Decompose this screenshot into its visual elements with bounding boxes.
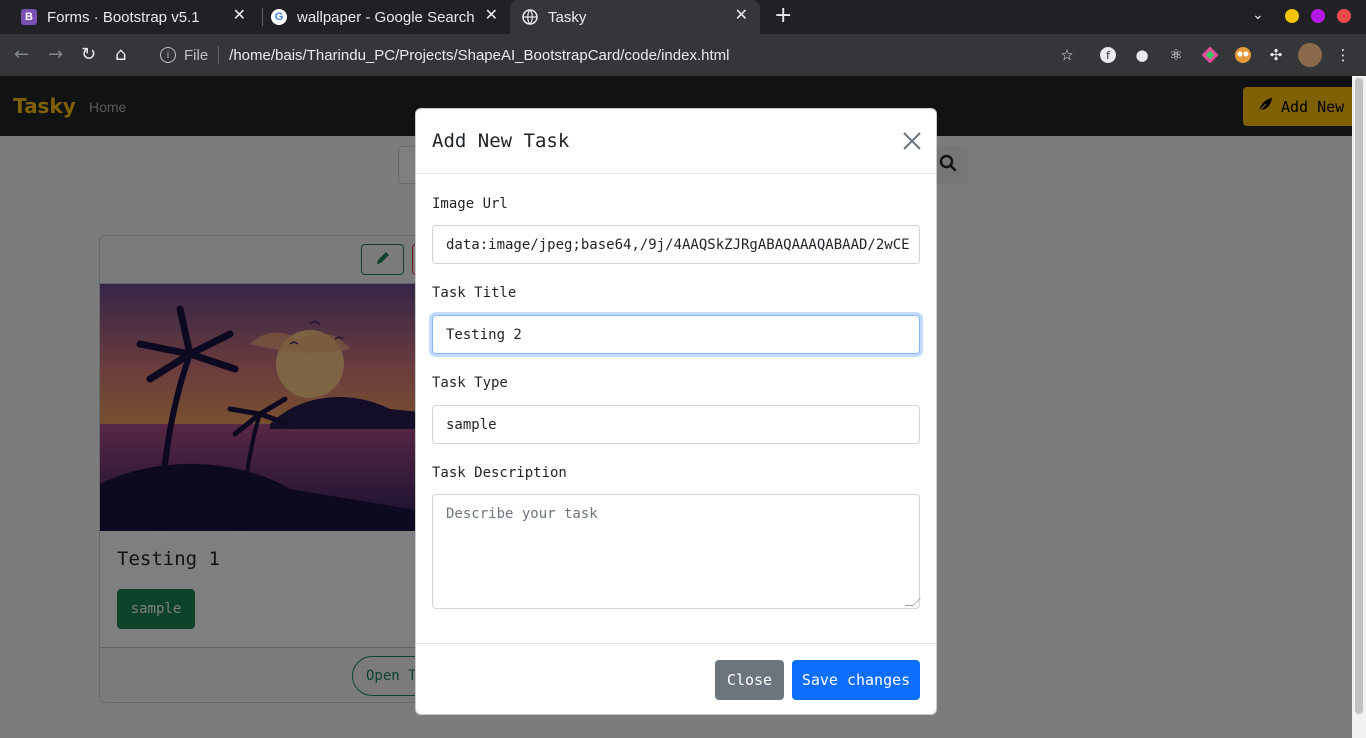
bootstrap-icon: B <box>21 9 37 25</box>
modal-footer: Close Save changes <box>416 643 936 715</box>
extension-colorpicker-icon[interactable] <box>1200 45 1220 65</box>
tab-title: wallpaper - Google Search <box>297 8 475 26</box>
page-viewport: Tasky Home Add New <box>0 76 1352 738</box>
extension-react-icon[interactable]: ⚛ <box>1166 45 1186 65</box>
save-changes-button[interactable]: Save changes <box>792 660 920 700</box>
close-tab-icon[interactable]: ✕ <box>233 8 246 24</box>
task-description-textarea[interactable]: Describe your task <box>432 494 921 609</box>
image-url-label: Image Url <box>432 196 508 212</box>
tab-google-search[interactable]: G wallpaper - Google Search ✕ <box>262 0 510 34</box>
task-type-input[interactable]: sample <box>432 405 920 444</box>
home-icon[interactable]: ⌂ <box>115 45 126 65</box>
scrollbar-thumb[interactable] <box>1355 78 1363 714</box>
google-icon: G <box>271 9 287 25</box>
close-icon[interactable] <box>900 129 924 153</box>
extension-bomb-icon[interactable]: ● <box>1132 45 1152 65</box>
resize-handle-icon[interactable] <box>905 598 921 606</box>
globe-icon <box>522 9 538 25</box>
address-divider <box>218 46 220 64</box>
address-bar[interactable]: i File /home/bais/Tharindu_PC/Projects/S… <box>148 40 1088 70</box>
profile-avatar[interactable] <box>1298 43 1322 67</box>
back-arrow-icon[interactable]: ← <box>14 45 29 65</box>
reload-icon[interactable]: ↻ <box>81 45 96 65</box>
tab-search-chevron-icon[interactable]: ⌄ <box>1252 7 1264 23</box>
new-tab-button[interactable]: + <box>774 3 792 29</box>
forward-arrow-icon[interactable]: → <box>48 45 63 65</box>
modal-header: Add New Task <box>416 109 936 174</box>
maximize-button[interactable] <box>1311 9 1325 23</box>
info-icon[interactable]: i <box>160 47 176 63</box>
extension-fedora-icon[interactable]: f <box>1098 45 1118 65</box>
task-title-input[interactable]: Testing 2 <box>432 315 920 354</box>
modal-title: Add New Task <box>432 130 570 152</box>
kebab-menu-icon[interactable]: ⋮ <box>1333 45 1353 65</box>
task-title-label: Task Title <box>432 285 517 301</box>
minimize-button[interactable] <box>1285 9 1299 23</box>
task-type-label: Task Type <box>432 375 508 391</box>
extension-owl-icon[interactable] <box>1233 45 1253 65</box>
close-window-button[interactable] <box>1337 9 1351 23</box>
browser-toolbar: ← → ↻ ⌂ i File /home/bais/Tharindu_PC/Pr… <box>0 34 1366 76</box>
url-text[interactable]: /home/bais/Tharindu_PC/Projects/ShapeAI_… <box>229 47 729 64</box>
tab-title: Tasky <box>548 8 587 26</box>
bookmark-star-icon[interactable]: ☆ <box>1057 45 1077 65</box>
tab-tasky[interactable]: Tasky ✕ <box>510 0 760 34</box>
page-scrollbar[interactable] <box>1352 76 1366 738</box>
tab-bootstrap-forms[interactable]: B Forms · Bootstrap v5.1 ✕ <box>8 0 258 34</box>
add-task-modal: Add New Task Image Url data:image/jpeg;b… <box>415 108 937 715</box>
puzzle-extensions-icon[interactable]: ✣ <box>1266 45 1286 65</box>
close-button[interactable]: Close <box>715 660 784 700</box>
description-placeholder: Describe your task <box>446 506 598 522</box>
browser-tab-bar: B Forms · Bootstrap v5.1 ✕ G wallpaper -… <box>0 0 1366 34</box>
image-url-input[interactable]: data:image/jpeg;base64,/9j/4AAQSkZJRgABA… <box>432 225 920 264</box>
scheme-label: File <box>184 46 209 64</box>
close-tab-icon[interactable]: ✕ <box>735 8 748 24</box>
tab-title: Forms · Bootstrap v5.1 <box>47 8 200 26</box>
task-description-label: Task Description <box>432 465 567 481</box>
close-tab-icon[interactable]: ✕ <box>485 8 498 24</box>
